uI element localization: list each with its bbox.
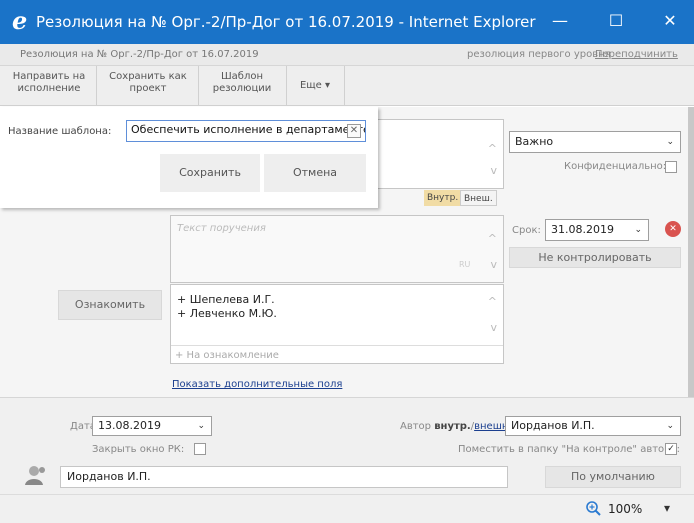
signer-avatar-icon xyxy=(22,464,48,488)
chevron-down-icon: ▾ xyxy=(325,80,331,91)
default-signer-button[interactable]: По умолчанию xyxy=(545,466,681,488)
control-folder-label: Поместить в папку "На контроле" автора: xyxy=(458,444,681,455)
template-name-label: Название шаблона: xyxy=(8,126,112,137)
deadline-date-select[interactable]: 31.08.2019 ⌄ xyxy=(545,219,649,241)
no-control-button[interactable]: Не контролировать xyxy=(509,247,681,268)
scroll-up-icon[interactable]: ^ xyxy=(488,142,497,155)
close-window-checkbox[interactable] xyxy=(194,443,206,455)
toolbar-divider xyxy=(344,66,345,106)
confidential-checkbox[interactable] xyxy=(665,161,677,173)
save-template-button[interactable]: Сохранить xyxy=(160,154,260,192)
more-menu-button[interactable]: Еще ▾ xyxy=(290,71,340,101)
chevron-down-icon: ⌄ xyxy=(666,137,674,147)
send-to-execution-label-2: исполнение xyxy=(17,83,81,94)
save-as-draft-label: Сохранить как xyxy=(109,71,187,82)
resolution-template-label-2: резолюции xyxy=(212,83,272,94)
tab-internal[interactable]: Внутр. xyxy=(424,190,462,206)
control-folder-checkbox[interactable]: ✓ xyxy=(665,443,677,455)
toolbar-divider xyxy=(198,66,199,106)
footer-panel: Дата: 13.08.2019 ⌄ Закрыть окно РК: Авто… xyxy=(0,397,694,494)
zoom-level[interactable]: 100% xyxy=(608,502,642,516)
author-value: Иорданов И.П. xyxy=(511,419,595,432)
remove-deadline-icon[interactable]: ✕ xyxy=(665,221,681,237)
minimize-button[interactable]: — xyxy=(540,6,580,36)
chevron-down-icon: ⌄ xyxy=(634,225,642,235)
template-name-dialog: Название шаблона: Обеспечить исполнение … xyxy=(0,107,378,208)
deadline-value: 31.08.2019 xyxy=(551,223,614,236)
author-select[interactable]: Иорданов И.П. ⌄ xyxy=(505,416,681,436)
author-label: Автор внутр./внешн.: xyxy=(400,421,515,432)
task-text-area[interactable]: Текст поручения RU ^ v xyxy=(170,215,504,283)
confidential-label: Конфиденциально: xyxy=(564,161,667,172)
acquaint-placeholder[interactable]: + На ознакомление xyxy=(175,350,279,361)
cancel-template-button[interactable]: Отмена xyxy=(264,154,366,192)
document-title: Резолюция на № Орг.-2/Пр-Дог от 16.07.20… xyxy=(20,49,259,60)
ie-statusbar: 100% ▾ xyxy=(0,494,694,523)
send-to-execution-button[interactable]: Направить на исполнение xyxy=(6,71,92,101)
language-badge: RU xyxy=(459,260,471,269)
toolbar-divider xyxy=(96,66,97,106)
show-more-fields-link[interactable]: Показать дополнительные поля xyxy=(172,379,342,390)
author-prefix: Автор xyxy=(400,421,435,432)
window-titlebar: e Резолюция на № Орг.-2/Пр-Дог от 16.07.… xyxy=(0,0,694,44)
tab-external[interactable]: Внеш. xyxy=(460,190,497,206)
chevron-down-icon: ⌄ xyxy=(666,421,674,431)
save-as-draft-button[interactable]: Сохранить как проект xyxy=(100,71,196,101)
scroll-up-icon[interactable]: ^ xyxy=(488,232,497,245)
acquaint-button[interactable]: Ознакомить xyxy=(58,290,162,320)
importance-value: Важно xyxy=(515,135,554,148)
acquaint-person-1[interactable]: + Шепелева И.Г. xyxy=(177,293,275,306)
task-text-placeholder: Текст поручения xyxy=(177,223,266,234)
acquaint-list-box[interactable]: + Шепелева И.Г. + Левченко М.Ю. ^ v + На… xyxy=(170,284,504,364)
author-internal: внутр. xyxy=(434,421,471,432)
close-window-label: Закрыть окно РК: xyxy=(92,444,185,455)
scroll-down-icon[interactable]: v xyxy=(490,258,497,271)
template-name-input[interactable]: Обеспечить исполнение в департаменте ✕ xyxy=(126,120,366,142)
toolbar-divider xyxy=(286,66,287,106)
resolution-template-label: Шаблон xyxy=(220,71,264,82)
zoom-icon[interactable] xyxy=(585,500,603,518)
deadline-label: Срок: xyxy=(512,225,541,236)
date-value: 13.08.2019 xyxy=(98,419,161,432)
resolution-template-button[interactable]: Шаблон резолюции xyxy=(202,71,282,101)
close-window-button[interactable]: ✕ xyxy=(650,6,690,36)
acquaint-person-2[interactable]: + Левченко М.Ю. xyxy=(177,307,277,320)
date-select[interactable]: 13.08.2019 ⌄ xyxy=(92,416,212,436)
importance-select[interactable]: Важно ⌄ xyxy=(509,131,681,153)
scroll-down-icon[interactable]: v xyxy=(490,164,497,177)
resolution-level: резолюция первого уровня xyxy=(467,49,611,60)
scroll-up-icon[interactable]: ^ xyxy=(488,295,497,308)
window-title: Резолюция на № Орг.-2/Пр-Дог от 16.07.20… xyxy=(36,13,536,31)
maximize-button[interactable]: ☐ xyxy=(596,6,636,36)
send-to-execution-label: Направить на xyxy=(12,71,86,82)
internet-explorer-icon: e xyxy=(12,6,28,35)
signer-field[interactable]: Иорданов И.П. xyxy=(60,466,508,488)
document-header: Резолюция на № Орг.-2/Пр-Дог от 16.07.20… xyxy=(0,44,694,66)
clear-input-icon[interactable]: ✕ xyxy=(347,124,361,138)
toolbar: Направить на исполнение Сохранить как пр… xyxy=(0,66,694,106)
template-name-value: Обеспечить исполнение в департаменте xyxy=(131,123,366,136)
save-as-draft-label-2: проект xyxy=(129,83,167,94)
scroll-down-icon[interactable]: v xyxy=(490,321,497,334)
reassign-link[interactable]: Переподчинить xyxy=(595,49,678,60)
more-menu-label: Еще xyxy=(299,80,322,91)
chevron-down-icon: ⌄ xyxy=(197,421,205,431)
zoom-dropdown-icon[interactable]: ▾ xyxy=(664,501,670,515)
